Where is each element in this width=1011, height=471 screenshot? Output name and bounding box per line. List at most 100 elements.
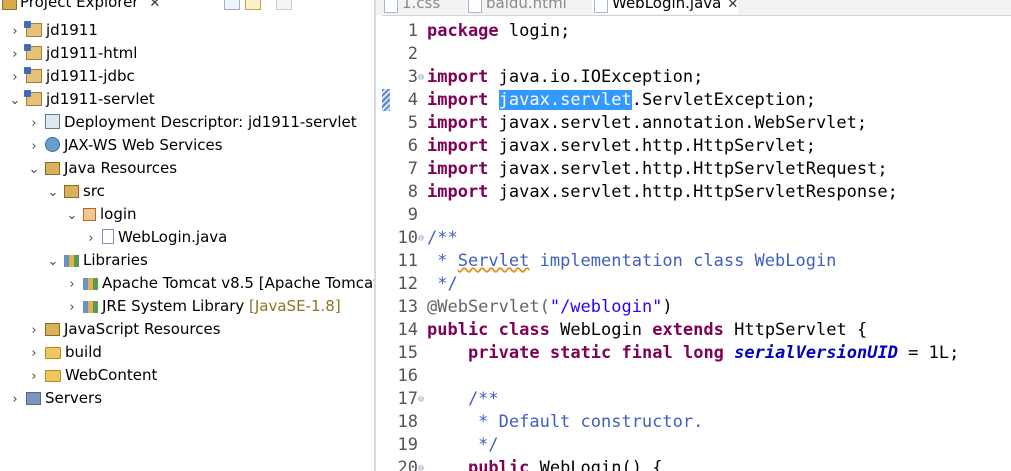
collapsed-chevron-icon[interactable]: › — [27, 319, 41, 342]
view-menu-button[interactable] — [276, 0, 292, 10]
expanded-chevron-icon[interactable]: ⌄ — [46, 250, 60, 273]
code-text: * Default constructor. — [427, 411, 703, 434]
project-icon — [24, 21, 42, 37]
collapsed-chevron-icon[interactable]: › — [65, 273, 79, 296]
fold-toggle-icon[interactable]: ⊖ — [418, 227, 424, 250]
tree-item[interactable]: › WebLogin.java — [84, 226, 227, 249]
expanded-chevron-icon[interactable]: ⌄ — [65, 204, 79, 227]
code-line[interactable]: 16 — [376, 365, 1011, 388]
tree-item-label: Libraries — [83, 251, 148, 269]
tree-item-label: jd1911-html — [46, 44, 138, 62]
collapse-all-button[interactable] — [224, 0, 240, 10]
expanded-chevron-icon[interactable]: ⌄ — [8, 89, 22, 112]
tree-item[interactable]: › jd1911 — [8, 19, 98, 42]
tree-item[interactable]: ⌄ Libraries — [46, 249, 148, 272]
collapsed-chevron-icon[interactable]: › — [27, 135, 41, 158]
tab-project-explorer[interactable]: Project Explorer ✕ — [0, 0, 167, 12]
editor-tab[interactable]: WebLogin.java ✕ — [592, 0, 739, 14]
tree-item[interactable]: › Deployment Descriptor: jd1911-servlet — [27, 111, 356, 135]
code-token: "/weblogin" — [549, 297, 663, 317]
code-line[interactable]: 15 private static final long serialVersi… — [376, 342, 1011, 365]
javascript-resources-icon — [45, 323, 60, 336]
code-token: package — [427, 21, 499, 41]
collapsed-chevron-icon[interactable]: › — [8, 43, 22, 66]
collapsed-chevron-icon[interactable]: › — [8, 20, 22, 43]
code-token: ) — [662, 297, 673, 317]
line-number: 9 — [407, 205, 418, 225]
collapsed-chevron-icon[interactable]: › — [27, 112, 41, 135]
tree-item[interactable]: › WebContent — [27, 364, 157, 387]
code-line[interactable]: 13 @WebServlet("/weblogin") — [376, 296, 1011, 319]
code-line[interactable]: 12 */ — [376, 273, 1011, 296]
code-line[interactable]: 11 * Servlet implementation class WebLog… — [376, 250, 1011, 273]
editor-tab-label: WebLogin.java — [612, 0, 722, 12]
tree-item[interactable]: › JRE System Library [JavaSE-1.8] — [65, 295, 340, 319]
tree-item[interactable]: ⌄ Java Resources — [27, 157, 178, 181]
tree-item-label: JRE System Library — [102, 297, 250, 315]
collapsed-chevron-icon[interactable]: › — [27, 365, 41, 388]
tree-item[interactable]: › Servers — [8, 387, 102, 410]
expanded-chevron-icon[interactable]: ⌄ — [46, 181, 60, 204]
tree-item[interactable]: ⌄ src — [46, 180, 105, 203]
code-text: import javax.servlet.http.HttpServletReq… — [427, 158, 888, 181]
tree-item[interactable]: › Apache Tomcat v8.5 [Apache Tomcat — [65, 272, 374, 295]
line-number: 3 — [407, 67, 418, 87]
code-line[interactable]: 18 * Default constructor. — [376, 411, 1011, 434]
collapsed-chevron-icon[interactable]: › — [84, 227, 98, 250]
editor-tab[interactable]: baidu.html — [466, 0, 567, 14]
fold-toggle-icon[interactable]: ⊖ — [418, 66, 424, 89]
line-number: 11 — [397, 251, 418, 271]
code-line[interactable]: 2 — [376, 43, 1011, 66]
close-icon[interactable]: ✕ — [149, 0, 160, 11]
code-text: /** — [427, 388, 499, 411]
file-icon — [384, 0, 398, 13]
tree-item[interactable]: › JavaScript Resources — [27, 318, 221, 342]
tree-item-label: login — [100, 205, 137, 223]
code-token: import — [427, 182, 489, 202]
tree-item-label: Java Resources — [64, 159, 178, 177]
code-line[interactable]: 1 package login; — [376, 20, 1011, 43]
code-line[interactable]: 19 */ — [376, 434, 1011, 457]
code-line[interactable]: 17 ⊖ /** — [376, 388, 1011, 411]
collapsed-chevron-icon[interactable]: › — [8, 388, 22, 411]
collapsed-chevron-icon[interactable]: › — [8, 66, 22, 89]
expanded-chevron-icon[interactable]: ⌄ — [27, 158, 41, 181]
code-token: public — [427, 320, 489, 340]
code-line[interactable]: 5 import javax.servlet.annotation.WebServ… — [376, 112, 1011, 135]
code-line[interactable]: 10 ⊖/** — [376, 227, 1011, 250]
close-icon[interactable]: ✕ — [727, 0, 738, 12]
code-token: javax.servlet.annotation.WebServlet; — [488, 113, 868, 133]
code-token: javax.servlet.http.HttpServletResponse; — [488, 182, 898, 202]
tree-item-label: JavaScript Resources — [64, 320, 221, 338]
code-line[interactable]: 4 import javax.servlet.ServletException; — [376, 89, 1011, 112]
code-line[interactable]: 9 — [376, 204, 1011, 227]
code-token: import — [427, 90, 489, 110]
tree-item[interactable]: › JAX-WS Web Services — [27, 134, 222, 158]
code-line[interactable]: 3 ⊖ import java.io.IOException; — [376, 66, 1011, 89]
code-line[interactable]: 8 import javax.servlet.http.HttpServletRe… — [376, 181, 1011, 204]
project-icon — [24, 90, 42, 106]
fold-toggle-icon[interactable]: ⊖ — [418, 457, 424, 471]
code-token: final — [621, 343, 673, 363]
collapsed-chevron-icon[interactable]: › — [27, 342, 41, 365]
code-text: * Servlet implementation class WebLogin — [427, 250, 836, 273]
code-line[interactable]: 6 import javax.servlet.http.HttpServlet; — [376, 135, 1011, 158]
code-line[interactable]: 14 public class WebLogin extends HttpServ… — [376, 319, 1011, 342]
code-line[interactable]: 20 ⊖ public WebLogin() { — [376, 457, 1011, 471]
tree-item[interactable]: › jd1911-html — [8, 42, 137, 65]
link-with-editor-button[interactable] — [245, 0, 261, 10]
tree-item[interactable]: › build — [27, 341, 102, 364]
fold-toggle-icon[interactable]: ⊖ — [418, 388, 424, 411]
tree-item[interactable]: ⌄ jd1911-servlet — [8, 88, 155, 111]
tree-item-label: Apache Tomcat v8.5 [Apache Tomcat — [102, 274, 374, 292]
editor-tab[interactable]: 1.css — [382, 0, 440, 14]
line-number: 20 — [397, 458, 418, 471]
tree-item[interactable]: › jd1911-jdbc — [8, 65, 135, 88]
tree-item[interactable]: ⌄ login — [65, 203, 137, 226]
code-text: import javax.servlet.http.HttpServlet; — [427, 135, 816, 158]
code-line[interactable]: 7 import javax.servlet.http.HttpServletRe… — [376, 158, 1011, 181]
collapsed-chevron-icon[interactable]: › — [65, 296, 79, 319]
tree-item-label: jd1911-servlet — [46, 90, 155, 108]
